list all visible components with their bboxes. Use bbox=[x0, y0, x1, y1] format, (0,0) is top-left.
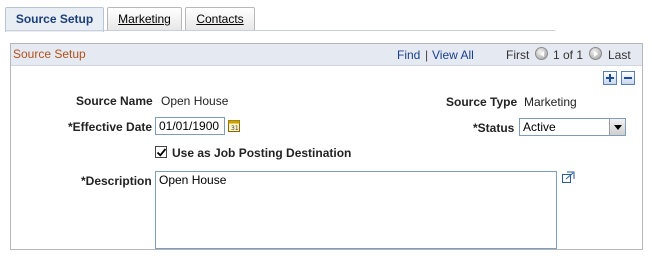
calendar-icon[interactable]: 31 bbox=[228, 119, 240, 132]
status-label: *Status bbox=[473, 121, 515, 135]
chevron-down-icon[interactable] bbox=[609, 119, 625, 135]
source-setup-panel: Source Setup Find | View All First 1 of … bbox=[10, 43, 643, 250]
view-all-link[interactable]: View All bbox=[432, 48, 474, 62]
source-type-label: Source Type bbox=[446, 95, 518, 109]
tab-contacts[interactable]: Contacts bbox=[185, 7, 255, 31]
arrow-left-icon[interactable] bbox=[535, 47, 548, 60]
description-textarea[interactable] bbox=[155, 171, 557, 249]
source-name-label: Source Name bbox=[76, 94, 153, 108]
first-label: First bbox=[506, 48, 530, 62]
tab-label: Contacts bbox=[196, 12, 244, 26]
arrow-right-icon[interactable] bbox=[589, 47, 602, 60]
minus-icon[interactable] bbox=[621, 71, 635, 85]
plus-icon[interactable] bbox=[603, 71, 617, 85]
expand-text-icon[interactable] bbox=[562, 171, 575, 183]
row-count: 1 of 1 bbox=[553, 48, 584, 62]
effective-date-label: *Effective Date bbox=[68, 120, 153, 134]
panel-title: Source Setup bbox=[13, 47, 86, 61]
source-type-value: Marketing bbox=[524, 95, 577, 109]
job-posting-checkbox[interactable] bbox=[155, 146, 167, 158]
tab-marketing[interactable]: Marketing bbox=[107, 7, 182, 31]
nav-separator: | bbox=[425, 48, 429, 62]
job-posting-label: Use as Job Posting Destination bbox=[172, 146, 352, 160]
tab-divider bbox=[5, 30, 555, 31]
description-label: *Description bbox=[81, 174, 152, 188]
svg-text:31: 31 bbox=[231, 125, 239, 132]
tab-source-setup[interactable]: Source Setup bbox=[5, 7, 104, 32]
status-select[interactable]: Active bbox=[519, 118, 626, 136]
panel-header: Source Setup Find | View All First 1 of … bbox=[11, 44, 642, 66]
source-name-value: Open House bbox=[161, 94, 229, 108]
effective-date-input[interactable] bbox=[155, 117, 225, 135]
status-selected-value: Active bbox=[523, 120, 556, 134]
tab-label: Source Setup bbox=[15, 12, 94, 26]
find-link[interactable]: Find bbox=[397, 48, 420, 62]
last-label: Last bbox=[608, 48, 631, 62]
tab-label: Marketing bbox=[118, 12, 171, 26]
